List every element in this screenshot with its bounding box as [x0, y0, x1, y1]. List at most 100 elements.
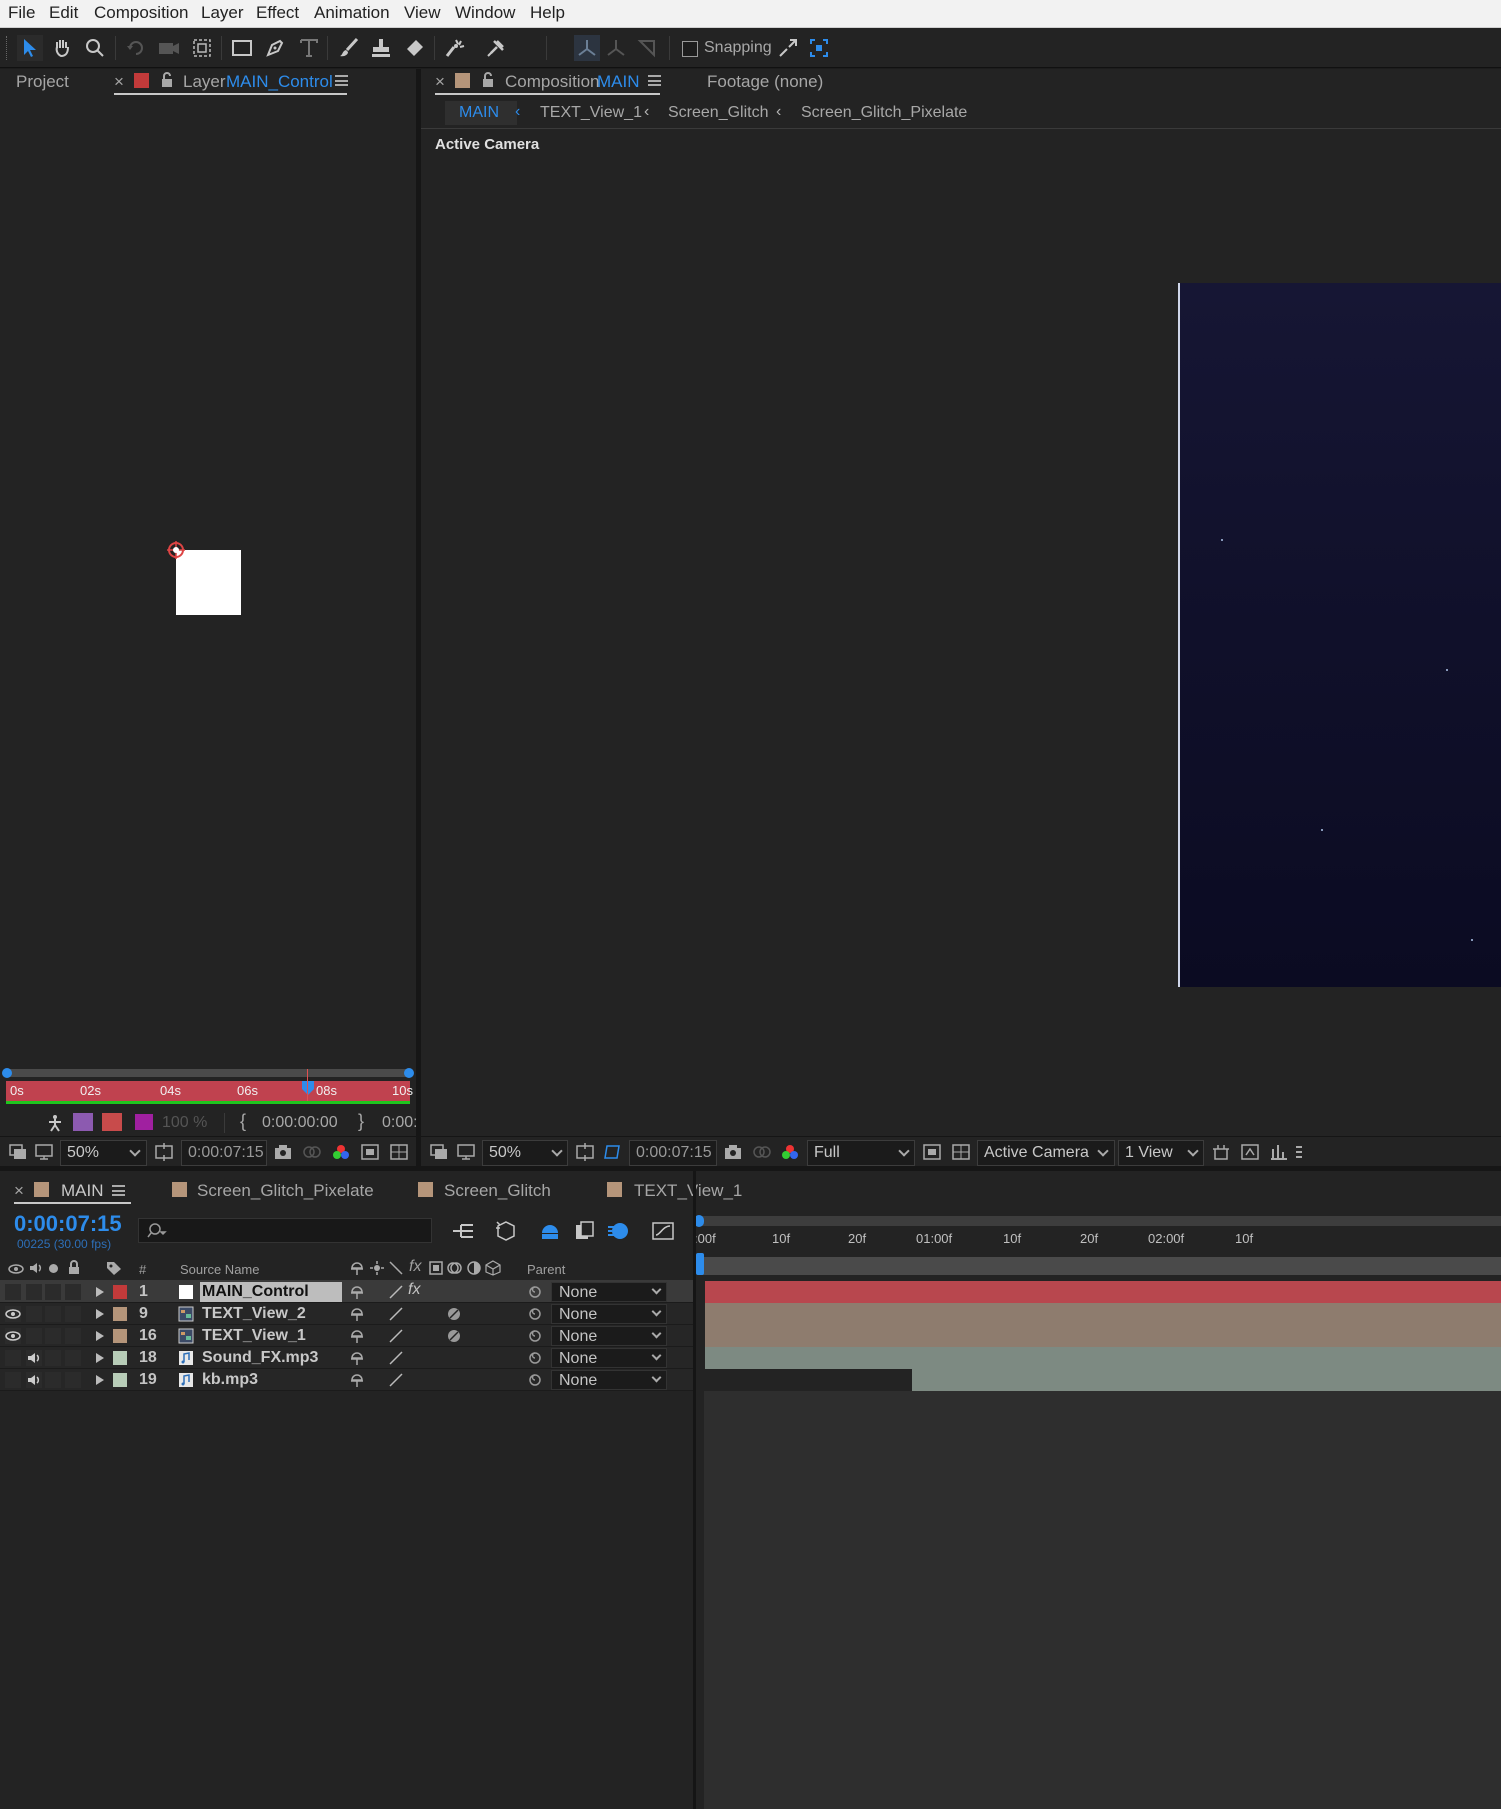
expand-arrow-icon[interactable]: [96, 1309, 104, 1319]
expand-arrow-icon[interactable]: [96, 1353, 104, 1363]
lock-toggle[interactable]: [65, 1306, 81, 1322]
video-toggle-icon[interactable]: [5, 1284, 21, 1300]
fit-icon[interactable]: [575, 1142, 595, 1167]
parent-dropdown[interactable]: None: [551, 1282, 667, 1302]
tab-main[interactable]: MAIN: [61, 1181, 104, 1201]
rectangle-tool-icon[interactable]: [229, 35, 255, 61]
parent-dropdown[interactable]: None: [551, 1304, 667, 1324]
tab-composition-prefix[interactable]: Composition: [505, 72, 600, 92]
label-color-swatch[interactable]: [113, 1307, 127, 1321]
parent-pickwhip-icon[interactable]: [527, 1372, 543, 1393]
quality-header-icon[interactable]: [388, 1260, 404, 1281]
label-header-icon[interactable]: [105, 1260, 123, 1281]
tab-text-view-1[interactable]: TEXT_View_1: [634, 1181, 742, 1201]
shy-layers-icon[interactable]: [538, 1220, 562, 1247]
speaker-icon[interactable]: [26, 1350, 42, 1366]
search-input[interactable]: [138, 1218, 432, 1243]
show-snapshot-icon[interactable]: [302, 1143, 322, 1166]
opacity-value[interactable]: 100 %: [162, 1114, 207, 1132]
tab-screen-glitch-pixelate[interactable]: Screen_Glitch_Pixelate: [197, 1181, 374, 1201]
solo-header-icon[interactable]: [49, 1264, 58, 1273]
3d-layer-header-icon[interactable]: [485, 1260, 501, 1281]
zoom-dropdown[interactable]: 50%: [60, 1140, 147, 1166]
panel-menu-icon[interactable]: [335, 75, 348, 86]
breadcrumb-screen-glitch[interactable]: Screen_Glitch: [668, 104, 769, 122]
hand-tool-icon[interactable]: [49, 35, 75, 61]
world-axis-mode-icon[interactable]: [603, 35, 629, 61]
puppet-pin-tool-icon[interactable]: [483, 35, 509, 61]
column-header-parent[interactable]: Parent: [527, 1262, 565, 1277]
transparency-grid-icon[interactable]: [951, 1143, 971, 1166]
clone-stamp-tool-icon[interactable]: [368, 35, 394, 61]
always-preview-icon[interactable]: [429, 1143, 449, 1166]
close-icon[interactable]: ×: [14, 1181, 24, 1201]
table-row[interactable]: 1 MAIN_Control None fx: [0, 1281, 694, 1303]
view-axis-mode-icon[interactable]: [634, 35, 660, 61]
channels-icon[interactable]: [331, 1143, 351, 1166]
resolution-dropdown[interactable]: Full: [807, 1140, 915, 1166]
puppet-icon[interactable]: [46, 1114, 64, 1137]
layer-name-field[interactable]: kb.mp3: [200, 1370, 342, 1390]
timeline-icon[interactable]: [1269, 1143, 1289, 1166]
parent-dropdown[interactable]: None: [551, 1326, 667, 1346]
video-toggle-icon[interactable]: [5, 1350, 21, 1366]
layer-time-navigator[interactable]: [6, 1069, 410, 1077]
panel-menu-icon[interactable]: [112, 1185, 125, 1196]
roto-brush-tool-icon[interactable]: [443, 35, 469, 61]
quality-switch-icon[interactable]: [388, 1372, 404, 1393]
layer-duration-bar[interactable]: [705, 1347, 1501, 1369]
anchor-point-icon[interactable]: [165, 539, 187, 566]
close-icon[interactable]: ×: [114, 72, 124, 92]
tab-composition-name[interactable]: MAIN: [597, 72, 640, 92]
selection-tool-icon[interactable]: [17, 35, 43, 61]
fit-icon[interactable]: [154, 1142, 174, 1167]
zoom-dropdown[interactable]: 50%: [482, 1140, 568, 1166]
breadcrumb-text-view-1[interactable]: TEXT_View_1: [540, 104, 642, 122]
quality-switch-icon[interactable]: [388, 1328, 404, 1349]
tab-footage[interactable]: Footage (none): [707, 72, 823, 92]
parent-dropdown[interactable]: None: [551, 1348, 667, 1368]
show-snapshot-icon[interactable]: [752, 1143, 772, 1166]
label-color-swatch[interactable]: [113, 1285, 127, 1299]
current-timecode[interactable]: 0:00:07:15: [14, 1211, 122, 1237]
onion-skin-icon[interactable]: [102, 1113, 122, 1131]
menu-layer[interactable]: Layer: [201, 3, 244, 23]
monitor-icon[interactable]: [34, 1143, 54, 1166]
solo-toggle[interactable]: [45, 1372, 61, 1388]
timecode-field[interactable]: 0:00:07:15: [181, 1140, 267, 1166]
label-color-swatch[interactable]: [113, 1351, 127, 1365]
table-row[interactable]: 19 kb.mp3 None: [0, 1369, 694, 1391]
table-row[interactable]: 9 TEXT_View_2 None: [0, 1303, 694, 1325]
channels-icon[interactable]: [780, 1143, 800, 1166]
parent-pickwhip-icon[interactable]: [527, 1350, 543, 1371]
shy-switch-icon[interactable]: [349, 1284, 365, 1305]
menu-file[interactable]: File: [8, 3, 35, 23]
expand-arrow-icon[interactable]: [96, 1375, 104, 1385]
solo-toggle[interactable]: [45, 1350, 61, 1366]
eye-icon[interactable]: [5, 1306, 21, 1322]
effects-switch-icon[interactable]: fx: [408, 1281, 420, 1299]
snap-edges-icon[interactable]: [775, 35, 801, 61]
parent-dropdown[interactable]: None: [551, 1370, 667, 1390]
menu-effect[interactable]: Effect: [256, 3, 299, 23]
work-area-bar[interactable]: [700, 1257, 1501, 1275]
motion-blur-header-icon[interactable]: [447, 1260, 463, 1281]
snapshot-icon[interactable]: [273, 1143, 293, 1166]
label-color-swatch[interactable]: [113, 1373, 127, 1387]
layer-duration-bar[interactable]: [705, 1325, 1501, 1347]
collapse-transform-icon[interactable]: [446, 1328, 462, 1349]
current-time-indicator[interactable]: [696, 1253, 704, 1275]
video-toggle-icon[interactable]: [5, 1372, 21, 1388]
snapping-checkbox[interactable]: [682, 41, 698, 57]
set-in-point-icon[interactable]: {: [240, 1111, 246, 1132]
color-swatch[interactable]: [135, 1114, 153, 1130]
layer-time-ruler[interactable]: [6, 1081, 410, 1101]
monitor-icon[interactable]: [456, 1143, 476, 1166]
layer-name-field[interactable]: TEXT_View_2: [200, 1304, 342, 1324]
panel-menu-icon[interactable]: [648, 75, 661, 86]
tab-screen-glitch[interactable]: Screen_Glitch: [444, 1181, 551, 1201]
menu-animation[interactable]: Animation: [314, 3, 390, 23]
draft-3d-icon[interactable]: [494, 1220, 518, 1247]
tab-layer-name[interactable]: MAIN_Control: [226, 72, 333, 92]
snapshot-icon[interactable]: [723, 1143, 743, 1166]
